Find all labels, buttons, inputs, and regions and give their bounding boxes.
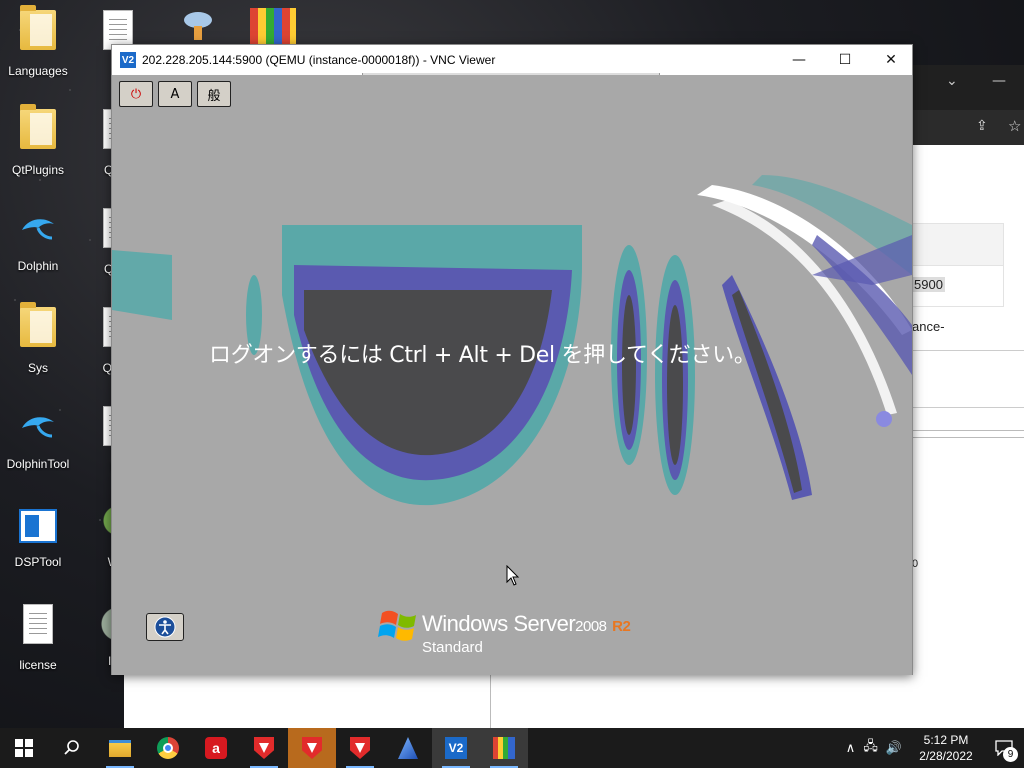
taskbar-vnc-viewer[interactable]: V2 [432,728,480,768]
desktop-icon-label: license [19,658,57,672]
product-title: Windows Server [422,611,576,636]
desktop-icon-label: Sys [27,361,48,375]
network-icon[interactable]: 🖧 [863,737,878,759]
desktop-icon-dsptool[interactable]: DSPTool [0,503,76,569]
dolphin-icon [22,219,54,240]
chevron-up-icon[interactable]: ∧ [846,741,856,756]
blue-crystal-icon [398,737,418,759]
background-window-toolbar: ⇪ ☆ [910,110,1024,145]
shield-icon [350,737,370,759]
desktop-icon-qtplugins[interactable]: QtPlugins [0,104,76,177]
system-tray: ∧ 🖧 🔊 5:12 PM 2/28/2022 9 [846,728,1024,768]
background-window: ⌄ — ⇪ ☆ 5900 ance- 0 [910,65,1024,728]
search-button[interactable] [48,728,96,768]
background-window-titlebar: ⌄ — [910,65,1024,110]
desktop-icon-sys[interactable]: Sys [0,302,76,375]
desktop-icon-label: QtPlugins [11,163,65,177]
minimize-button[interactable]: — [776,45,822,75]
dsptool-icon [19,509,57,543]
taskbar-winrar[interactable] [480,728,528,768]
desktop-icon-license[interactable]: license [0,602,76,672]
desktop-icon-label: DSPTool [14,555,62,569]
background-cell: ance- [912,319,945,334]
desktop-icon-label: Dolphin [17,259,59,273]
background-table [910,223,1004,307]
background-cell: 5900 [912,277,945,292]
taskbar-chrome[interactable] [144,728,192,768]
ime-general-icon: 般 [207,88,221,104]
minimize-icon[interactable]: — [992,73,1006,89]
ctrl-alt-del-button[interactable]: ⏻ [119,81,153,107]
product-name: Windows Server2008 R2 [422,611,631,637]
maximize-button[interactable]: ☐ [822,45,868,75]
product-version: 2008 [575,618,607,635]
volume-icon[interactable]: 🔊 [886,741,902,756]
background-window-bottom-left [124,675,490,728]
windows-flag-icon [378,610,416,641]
notification-center-button[interactable]: 9 [984,728,1024,768]
clock-time: 5:12 PM [923,733,969,747]
start-button[interactable] [0,728,48,768]
taskbar-vivaldi-1[interactable] [240,728,288,768]
desktop-icon-dolphintool[interactable]: DolphinTool [0,404,76,471]
desktop-icon-languages[interactable]: Languages [0,5,76,78]
satellite-app-icon[interactable] [172,4,224,44]
winrar-desktop-icon[interactable] [250,8,296,44]
remote-screen[interactable]: ⏻ A 般 ログオンするには Ctrl + Alt + Del を押してください… [112,75,912,675]
mouse-cursor-icon [506,565,520,586]
ime-mode-icon: A [170,86,180,102]
notification-count-badge: 9 [1003,747,1018,762]
logon-message: ログオンするには Ctrl + Alt + Del を押してください。 [209,343,756,368]
product-edition: Standard [422,639,483,656]
window-title: 202.228.205.144:5900 (QEMU (instance-000… [142,53,496,67]
vnc-viewer-window[interactable]: V2 202.228.205.144:5900 (QEMU (instance-… [111,44,913,675]
windows-logo-icon [15,739,33,757]
shield-icon [302,737,322,759]
background-window-bottom [490,675,910,728]
vnc-app-icon: V2 [120,52,136,68]
power-plug-icon: ⏻ [130,86,142,102]
search-icon [64,740,79,755]
clock-date: 2/28/2022 [919,749,973,763]
taskbar: a V2 ∧ 🖧 🔊 5:12 PM 2/28/2022 9 [0,728,1024,768]
file-explorer-icon [109,739,131,757]
clock[interactable]: 5:12 PM 2/28/2022 [908,732,984,764]
dolphin-icon [22,417,54,438]
ime-general-button[interactable]: 般 [197,81,231,107]
vnc-viewer-icon: V2 [445,737,467,759]
shield-icon [254,737,274,759]
taskbar-blue-app[interactable] [384,728,432,768]
avira-icon: a [205,737,227,759]
ease-of-access-button[interactable] [146,613,184,641]
desktop-icon-dolphin[interactable]: Dolphin [0,206,76,273]
share-icon[interactable]: ⇪ [976,118,988,134]
vnc-titlebar[interactable]: V2 202.228.205.144:5900 (QEMU (instance-… [112,45,914,77]
document-icon [23,604,53,644]
product-release: R2 [612,618,631,635]
chrome-icon [157,737,179,759]
background-panel [910,350,1024,408]
taskbar-file-explorer[interactable] [96,728,144,768]
taskbar-vivaldi-3[interactable] [336,728,384,768]
close-button[interactable]: ✕ [868,45,914,75]
chevron-down-icon[interactable]: ⌄ [946,73,958,89]
ease-of-access-icon [154,616,176,638]
favorite-star-icon[interactable]: ☆ [1008,117,1021,135]
taskbar-vivaldi-2[interactable] [288,728,336,768]
winrar-icon [493,737,515,759]
folder-icon [20,302,56,347]
desktop-icon-label: DolphinTool [6,457,70,471]
desktop-icon-label: Languages [8,64,68,78]
folder-icon [20,5,56,50]
ime-a-button[interactable]: A [158,81,192,107]
taskbar-avira[interactable]: a [192,728,240,768]
background-divider [910,430,1024,438]
folder-icon [20,104,56,149]
